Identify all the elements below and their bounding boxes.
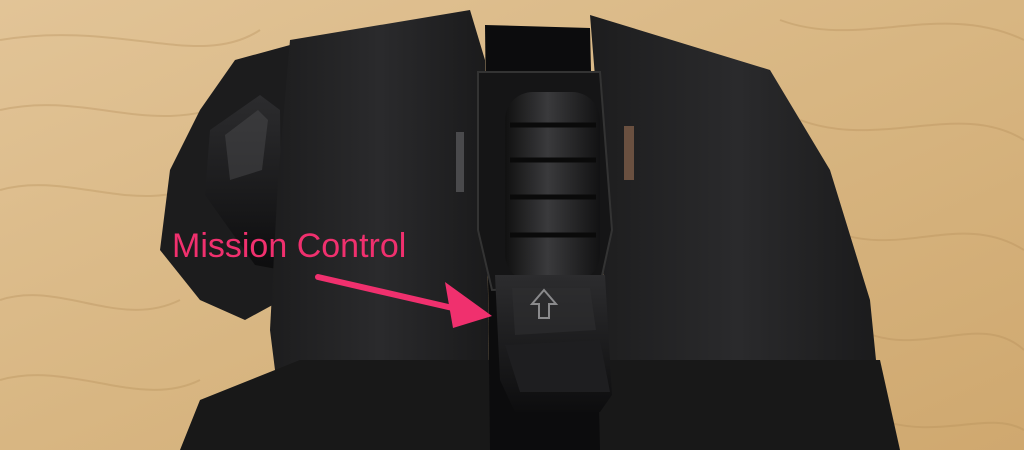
right-indicator-mark — [624, 126, 634, 180]
photo-scene: Mission Control — [0, 0, 1024, 450]
left-indicator-mark — [456, 132, 464, 192]
scroll-wheel-icon[interactable] — [505, 92, 600, 282]
annotation-label: Mission Control — [172, 227, 407, 265]
mouse-photo — [0, 0, 1024, 450]
mission-control-button-shine — [512, 288, 596, 335]
mission-control-button-facet — [505, 340, 610, 392]
